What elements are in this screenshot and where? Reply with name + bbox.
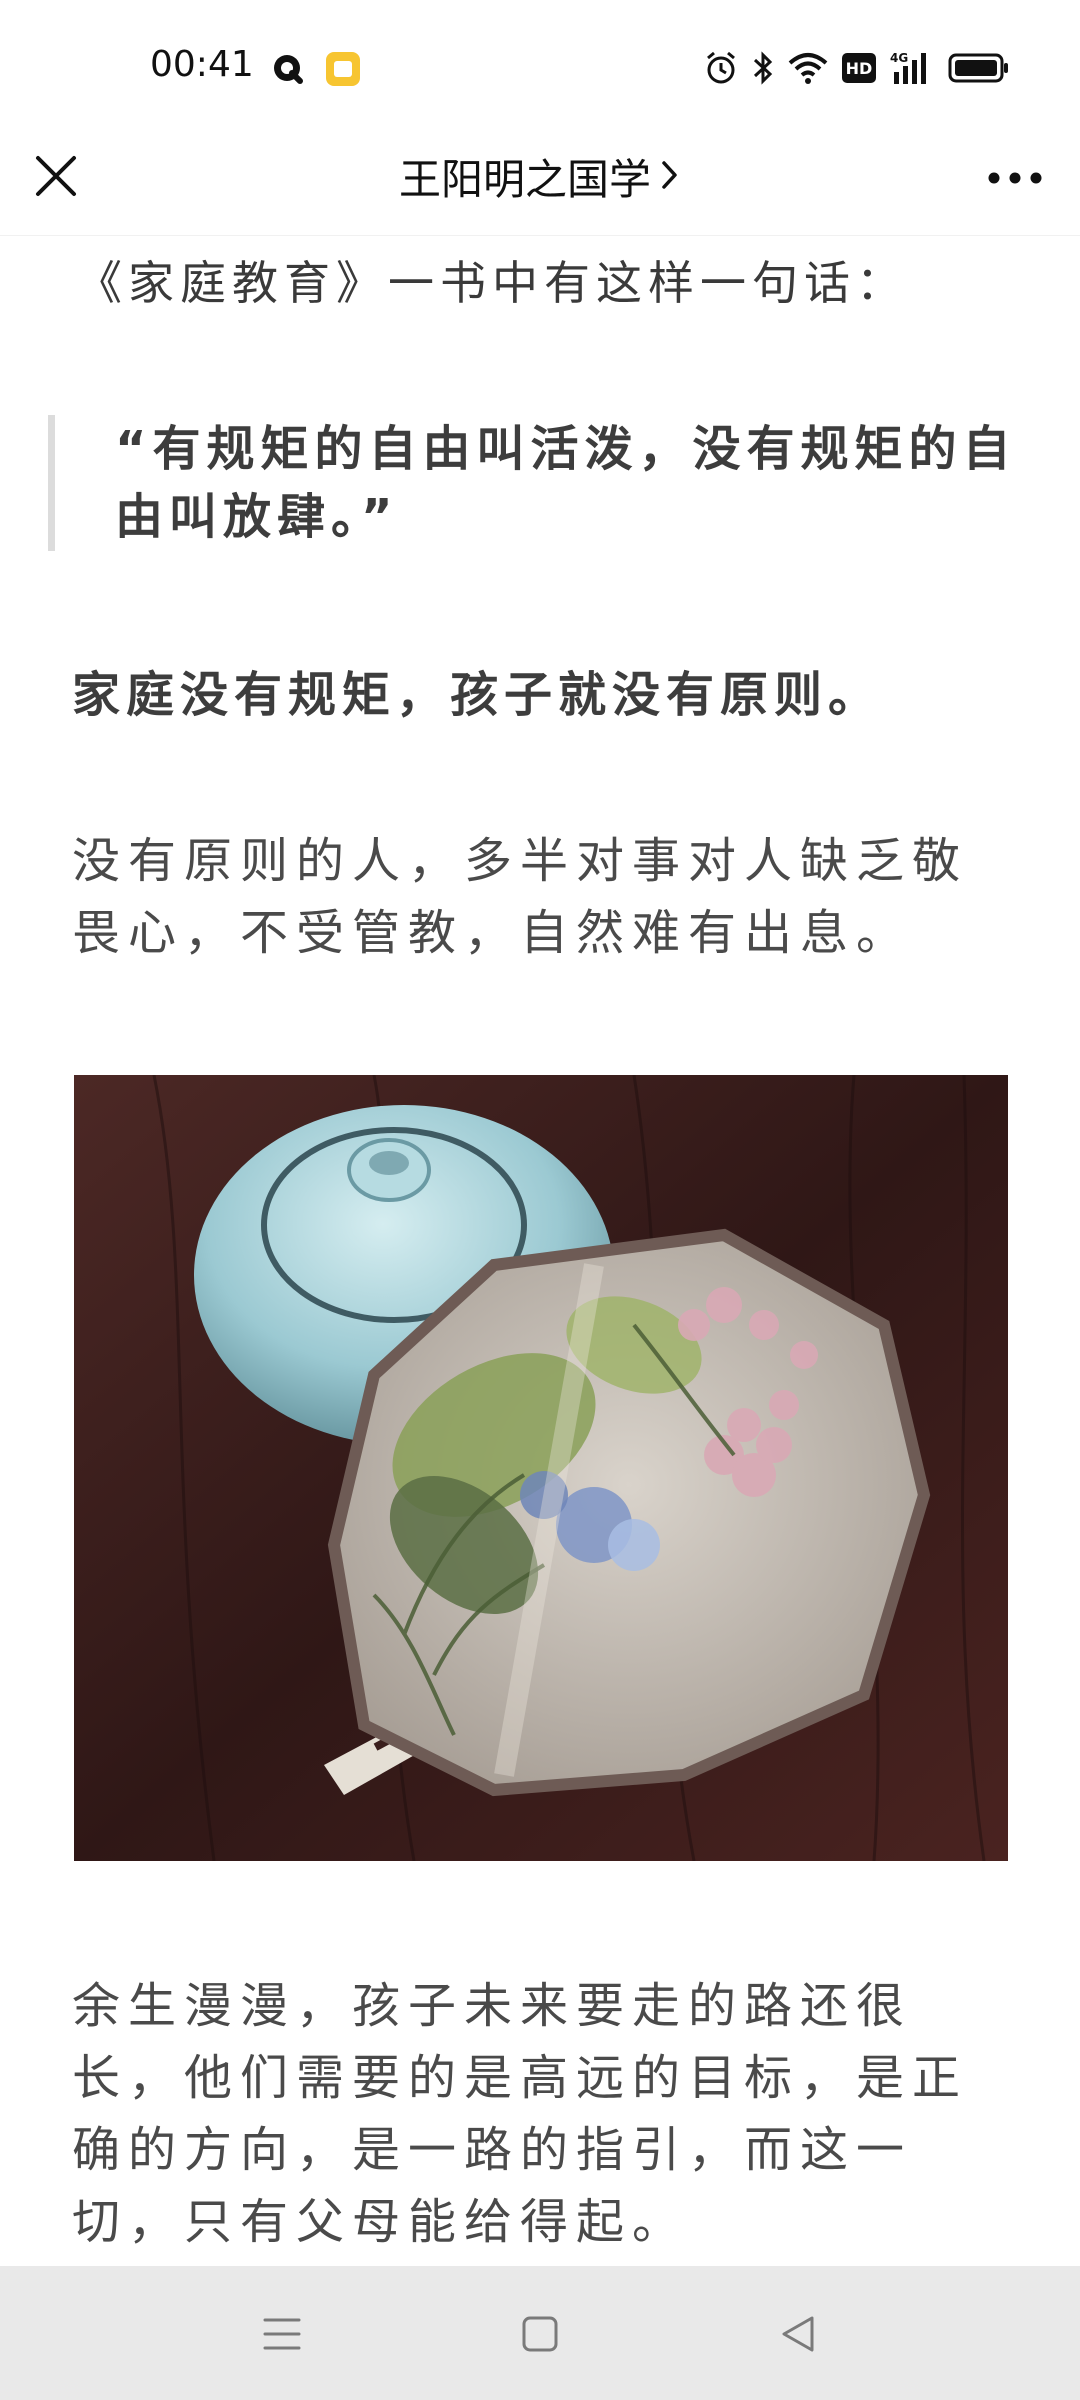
intro-paragraph: 《家庭教育》一书中有这样一句话： [76, 256, 908, 310]
nav-bar: 王阳明之国学 [0, 120, 1080, 235]
paragraph-1: 没有原则的人，多半对事对人缺乏敬畏心，不受管教，自然难有出息。 [72, 833, 969, 961]
more-icon [988, 172, 1042, 184]
quote-block: “有规矩的自由叫活泼，没有规矩的自由叫放肆。” [48, 415, 1025, 551]
wifi-icon [788, 51, 828, 85]
signal-4g-icon: 4G [890, 50, 934, 86]
back-icon [782, 2316, 814, 2352]
menu-button[interactable] [252, 2306, 312, 2362]
yellow-app-icon [324, 50, 362, 92]
nav-title: 王阳明之国学 [398, 155, 651, 204]
quote-text: “有规矩的自由叫活泼，没有规矩的自由叫放肆。” [115, 421, 1017, 545]
bold-paragraph: 家庭没有规矩，孩子就没有原则。 [72, 667, 883, 723]
menu-icon [263, 2318, 301, 2350]
back-button[interactable] [768, 2306, 828, 2362]
screen: 00:41 HD 4G 王阳明之国学 《家庭教育》一书中有这样一句话： “有规矩… [0, 0, 1080, 2400]
more-button[interactable] [980, 150, 1050, 206]
article-photo[interactable] [74, 1075, 1008, 1861]
nav-title-link[interactable]: 王阳明之国学 [0, 146, 1080, 207]
tea-fan-photo [74, 1075, 1008, 1861]
bluetooth-icon [752, 50, 774, 86]
status-right-icons: HD 4G [704, 50, 1010, 86]
status-bar: 00:41 HD 4G [0, 0, 1080, 140]
article-content[interactable]: 《家庭教育》一书中有这样一句话： “有规矩的自由叫活泼，没有规矩的自由叫放肆。”… [0, 235, 1080, 2265]
chevron-right-icon [659, 157, 681, 197]
status-time: 00:41 [150, 44, 254, 85]
alarm-icon [704, 50, 738, 86]
system-nav-bar [0, 2266, 1080, 2400]
paragraph-2: 余生漫漫，孩子未来要走的路还很长，他们需要的是高远的目标，是正确的方向，是一路的… [72, 1978, 969, 2250]
q-app-icon [270, 51, 306, 91]
svg-text:HD: HD [846, 59, 873, 78]
svg-text:4G: 4G [890, 51, 908, 65]
home-icon [522, 2316, 558, 2352]
status-left-icons [270, 50, 362, 92]
hd-icon: HD [842, 53, 876, 83]
home-button[interactable] [510, 2306, 570, 2362]
battery-icon [948, 52, 1010, 84]
